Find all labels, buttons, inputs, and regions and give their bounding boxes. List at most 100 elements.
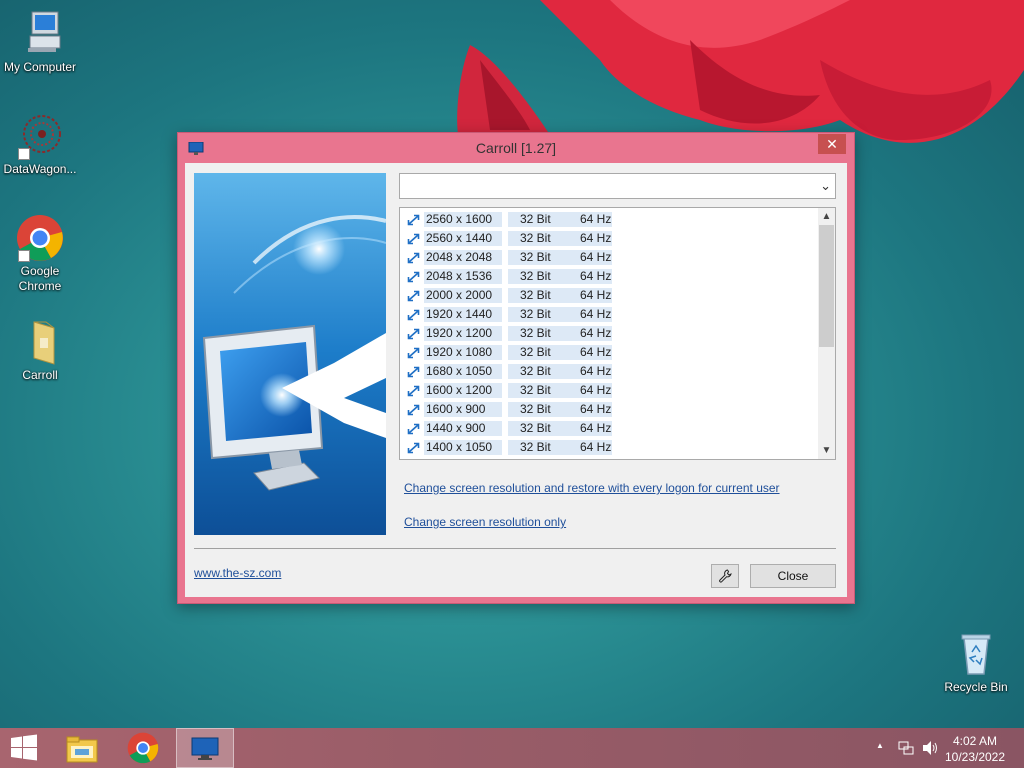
refresh-rate-value: 64 Hz [564, 421, 612, 436]
recycle-bin-icon [952, 630, 1000, 678]
resolution-value: 1920 x 1200 [424, 326, 502, 341]
desktop-icon-label: Recycle Bin [944, 680, 1008, 694]
resolution-row[interactable]: 1600 x 1200 32 Bit 64 Hz [406, 381, 612, 400]
resize-arrow-icon [407, 385, 420, 396]
change-resolution-restore-link[interactable]: Change screen resolution and restore wit… [404, 481, 780, 495]
resolution-value: 2048 x 1536 [424, 269, 502, 284]
monitor-icon [191, 737, 219, 760]
resolution-row[interactable]: 2048 x 1536 32 Bit 64 Hz [406, 267, 612, 286]
color-depth-value: 32 Bit [508, 250, 564, 265]
resolution-value: 1920 x 1080 [424, 345, 502, 360]
resolution-row[interactable]: 1920 x 1440 32 Bit 64 Hz [406, 305, 612, 324]
refresh-rate-value: 64 Hz [564, 326, 612, 341]
resolution-row[interactable]: 1600 x 900 32 Bit 64 Hz [406, 400, 612, 419]
resize-arrow-icon [407, 442, 420, 453]
website-link[interactable]: www.the-sz.com [194, 566, 281, 580]
resolution-value: 1680 x 1050 [424, 364, 502, 379]
wrench-icon [719, 569, 732, 583]
scroll-up-icon[interactable]: ▲ [818, 208, 835, 225]
resolution-value: 1600 x 900 [424, 402, 502, 417]
resize-arrow-icon [407, 271, 420, 282]
monitor-select-dropdown[interactable]: ⌄ [399, 173, 836, 199]
color-depth-value: 32 Bit [508, 440, 564, 455]
close-button[interactable]: Close [750, 564, 836, 588]
resize-arrow-icon [407, 290, 420, 301]
resize-arrow-icon [407, 328, 420, 339]
color-depth-value: 32 Bit [508, 383, 564, 398]
resolution-row[interactable]: 2560 x 1440 32 Bit 64 Hz [406, 229, 612, 248]
taskbar-carroll[interactable] [176, 728, 234, 768]
resolution-value: 2000 x 2000 [424, 288, 502, 303]
desktop-icon-google-chrome[interactable]: Google Chrome [0, 214, 80, 294]
taskbar-file-explorer[interactable] [54, 728, 112, 768]
color-depth-value: 32 Bit [508, 231, 564, 246]
resolution-list[interactable]: 2560 x 1600 32 Bit 64 Hz 2560 x 1440 32 Bit 6… [399, 207, 836, 460]
resolution-row[interactable]: 1680 x 1050 32 Bit 64 Hz [406, 362, 612, 381]
resolution-row[interactable]: 2560 x 1600 32 Bit 64 Hz [406, 210, 612, 229]
shortcut-arrow-icon [18, 148, 30, 160]
resize-arrow-icon [407, 347, 420, 358]
my-computer-icon [16, 10, 64, 58]
refresh-rate-value: 64 Hz [564, 440, 612, 455]
resize-arrow-icon [407, 252, 420, 263]
resolution-value: 2560 x 1600 [424, 212, 502, 227]
clock-time: 4:02 AM [952, 734, 998, 748]
vertical-scrollbar[interactable]: ▲ ▼ [818, 208, 835, 459]
start-button[interactable] [0, 728, 48, 768]
refresh-rate-value: 64 Hz [564, 212, 612, 227]
refresh-rate-value: 64 Hz [564, 250, 612, 265]
desktop-icon-my-computer[interactable]: My Computer [0, 10, 80, 75]
desktop-icon-label: Google Chrome [18, 264, 62, 293]
resize-arrow-icon [407, 214, 420, 225]
resolution-row[interactable]: 1400 x 1050 32 Bit 64 Hz [406, 438, 612, 457]
refresh-rate-value: 64 Hz [564, 269, 612, 284]
resolution-row[interactable]: 1920 x 1080 32 Bit 64 Hz [406, 343, 612, 362]
scrollbar-thumb[interactable] [819, 225, 834, 347]
refresh-rate-value: 64 Hz [564, 383, 612, 398]
network-icon[interactable] [898, 740, 914, 756]
taskbar-chrome[interactable] [114, 728, 172, 768]
desktop-icon-label: My Computer [3, 60, 77, 74]
resolution-row[interactable]: 1920 x 1200 32 Bit 64 Hz [406, 324, 612, 343]
refresh-rate-value: 64 Hz [564, 231, 612, 246]
chrome-icon [127, 732, 159, 764]
desktop-icon-recycle-bin[interactable]: Recycle Bin [936, 630, 1016, 695]
file-explorer-icon [66, 736, 98, 763]
color-depth-value: 32 Bit [508, 364, 564, 379]
resolution-value: 1440 x 900 [424, 421, 502, 436]
desktop-icon-carroll[interactable]: Carroll [0, 318, 80, 383]
resize-arrow-icon [407, 423, 420, 434]
change-resolution-only-link[interactable]: Change screen resolution only [404, 515, 566, 529]
resize-arrow-icon [407, 309, 420, 320]
close-window-button[interactable]: ✕ [818, 134, 846, 154]
resize-arrow-icon [407, 366, 420, 377]
resolution-row[interactable]: 2000 x 2000 32 Bit 64 Hz [406, 286, 612, 305]
chevron-down-icon: ⌄ [820, 178, 831, 193]
title-bar[interactable]: Carroll [1.27] ✕ [178, 133, 854, 163]
taskbar-clock[interactable]: 4:02 AM 10/23/2022 [940, 733, 1010, 765]
system-tray: ▲ [874, 728, 944, 768]
resize-arrow-icon [407, 404, 420, 415]
settings-button[interactable] [711, 564, 739, 588]
refresh-rate-value: 64 Hz [564, 307, 612, 322]
resolution-value: 1400 x 1050 [424, 440, 502, 455]
resolution-value: 1920 x 1440 [424, 307, 502, 322]
show-hidden-icons-arrow-icon[interactable]: ▲ [876, 741, 884, 750]
shortcut-arrow-icon [18, 250, 30, 262]
volume-icon[interactable] [922, 740, 940, 756]
resolution-row[interactable]: 1440 x 900 32 Bit 64 Hz [406, 419, 612, 438]
carroll-window: Carroll [1.27] ✕ ⌄ 2560 x 1600 32 Bit 64… [177, 132, 855, 604]
taskbar: ▲ 4:02 AM 10/23/2022 [0, 728, 1024, 768]
window-title: Carroll [1.27] [475, 140, 557, 156]
desktop-icon-label: Carroll [22, 368, 58, 382]
color-depth-value: 32 Bit [508, 212, 564, 227]
monitor-artwork-icon [194, 173, 386, 535]
resolution-value: 1600 x 1200 [424, 383, 502, 398]
refresh-rate-value: 64 Hz [564, 402, 612, 417]
color-depth-value: 32 Bit [508, 288, 564, 303]
desktop-icon-datawagon[interactable]: DataWagon... [0, 112, 80, 177]
refresh-rate-value: 64 Hz [564, 288, 612, 303]
resolution-row[interactable]: 2048 x 2048 32 Bit 64 Hz [406, 248, 612, 267]
color-depth-value: 32 Bit [508, 345, 564, 360]
scroll-down-icon[interactable]: ▼ [818, 442, 835, 459]
